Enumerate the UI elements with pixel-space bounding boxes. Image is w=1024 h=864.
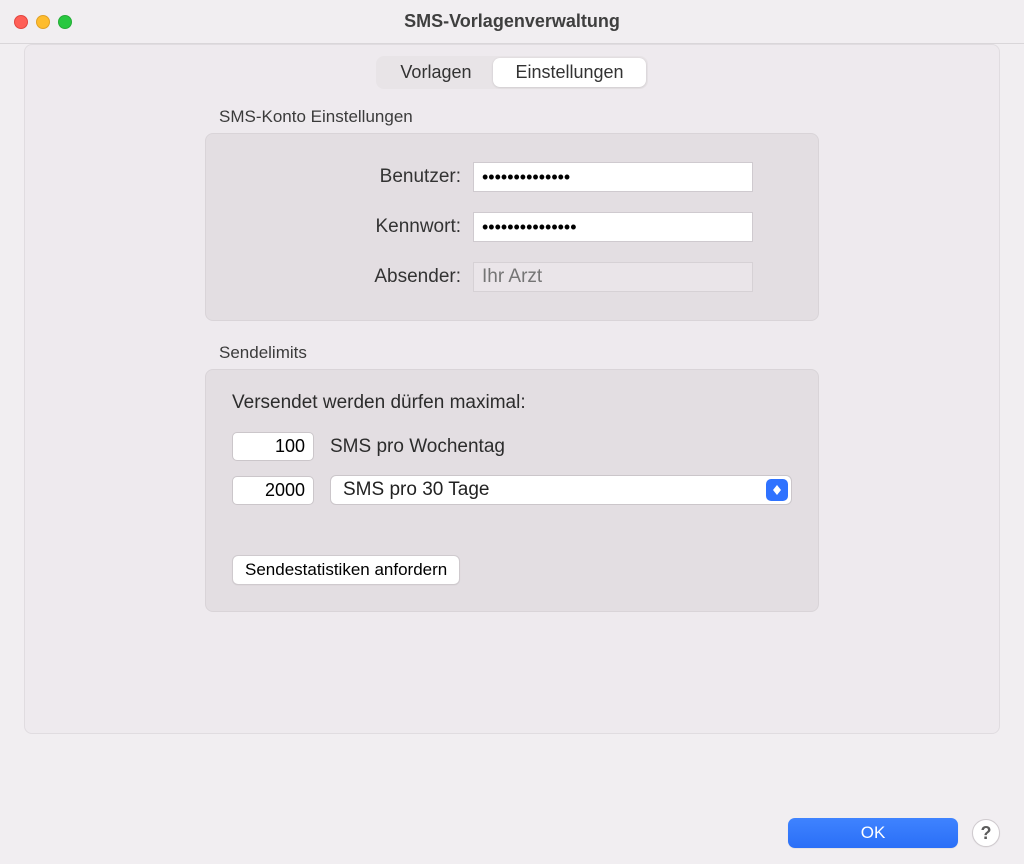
sender-label: Absender:: [271, 266, 461, 288]
limits-section-title: Sendelimits: [219, 343, 819, 363]
limits-intro: Versendet werden dürfen maximal:: [232, 392, 792, 414]
account-groupbox: Benutzer: Kennwort: Absender:: [205, 133, 819, 321]
ok-button[interactable]: OK: [788, 818, 958, 848]
user-label: Benutzer:: [271, 166, 461, 188]
tab-templates[interactable]: Vorlagen: [378, 58, 493, 87]
tabs-row: Vorlagen Einstellungen: [205, 56, 819, 89]
window-title: SMS-Vorlagenverwaltung: [14, 11, 1010, 32]
per-day-label: SMS pro Wochentag: [330, 436, 505, 458]
maximize-icon[interactable]: [58, 15, 72, 29]
stats-button[interactable]: Sendestatistiken anfordern: [232, 555, 460, 585]
main-panel: Vorlagen Einstellungen SMS-Konto Einstel…: [24, 44, 1000, 734]
per-day-input[interactable]: [232, 432, 314, 461]
limits-groupbox: Versendet werden dürfen maximal: SMS pro…: [205, 369, 819, 612]
sender-field[interactable]: [473, 262, 753, 292]
chevron-up-down-icon: [766, 479, 788, 501]
tab-settings[interactable]: Einstellungen: [493, 58, 645, 87]
password-label: Kennwort:: [271, 216, 461, 238]
user-field[interactable]: [473, 162, 753, 192]
minimize-icon[interactable]: [36, 15, 50, 29]
segmented-control: Vorlagen Einstellungen: [376, 56, 647, 89]
period-select-value: SMS pro 30 Tage: [343, 479, 489, 501]
close-icon[interactable]: [14, 15, 28, 29]
titlebar: SMS-Vorlagenverwaltung: [0, 0, 1024, 44]
period-select[interactable]: SMS pro 30 Tage: [330, 475, 792, 505]
content-area: Vorlagen Einstellungen SMS-Konto Einstel…: [0, 44, 1024, 734]
footer: OK ?: [788, 818, 1000, 848]
traffic-lights: [14, 15, 72, 29]
password-field[interactable]: [473, 212, 753, 242]
account-section-title: SMS-Konto Einstellungen: [219, 107, 819, 127]
limit-row-day: SMS pro Wochentag: [232, 432, 792, 461]
limit-row-period: SMS pro 30 Tage: [232, 475, 792, 505]
per-period-input[interactable]: [232, 476, 314, 505]
help-button[interactable]: ?: [972, 819, 1000, 847]
